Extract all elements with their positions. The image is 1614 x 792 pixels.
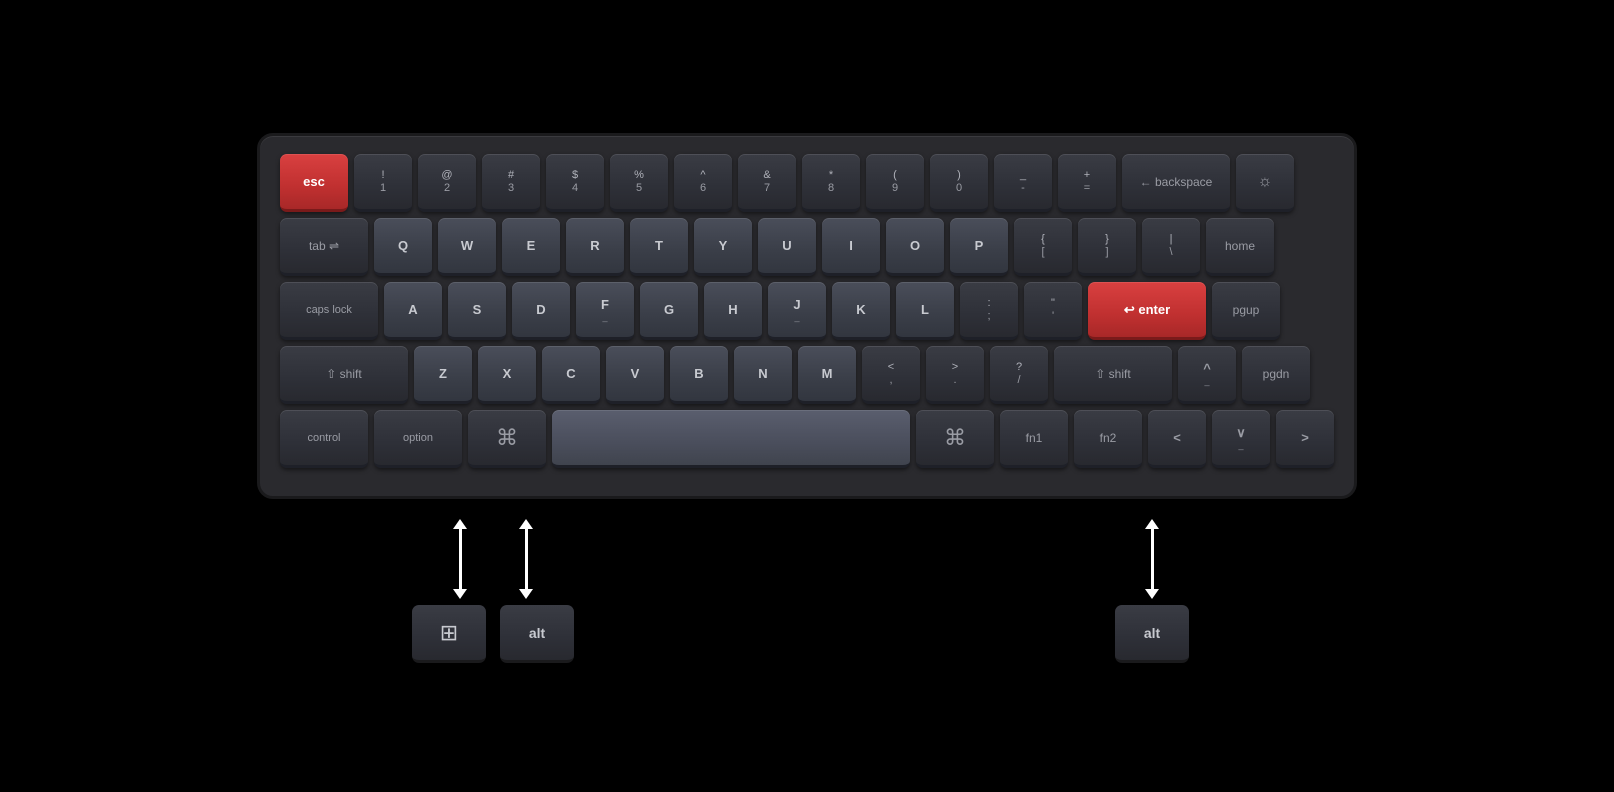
key-pgup[interactable]: pgup [1212, 282, 1280, 340]
key-enter[interactable]: ↩ enter [1088, 282, 1206, 340]
key-4[interactable]: $ 4 [546, 154, 604, 212]
key-f[interactable]: F _ [576, 282, 634, 340]
win-swap-arrow [453, 519, 467, 599]
key-q[interactable]: Q [374, 218, 432, 276]
swap-keys-left: ⊞ alt [412, 605, 574, 663]
key-i[interactable]: I [822, 218, 880, 276]
keyboard-wrapper: esc ! 1 @ 2 # 3 $ 4 % 5 ^ [257, 133, 1357, 659]
key-e[interactable]: E [502, 218, 560, 276]
keyboard: esc ! 1 @ 2 # 3 $ 4 % 5 ^ [257, 133, 1357, 499]
key-m[interactable]: M [798, 346, 856, 404]
key-c[interactable]: C [542, 346, 600, 404]
key-right[interactable]: > [1276, 410, 1334, 468]
left-arrows [453, 519, 533, 599]
swap-indicators: ⊞ alt alt [257, 519, 1357, 659]
alt-left-swap-arrow [519, 519, 533, 599]
key-tab[interactable]: tab ⇌ [280, 218, 368, 276]
key-cmd-left[interactable]: ⌘ [468, 410, 546, 468]
key-minus[interactable]: _ - [994, 154, 1052, 212]
key-j[interactable]: J _ [768, 282, 826, 340]
key-a[interactable]: A [384, 282, 442, 340]
key-space[interactable] [552, 410, 910, 468]
key-p[interactable]: P [950, 218, 1008, 276]
key-1[interactable]: ! 1 [354, 154, 412, 212]
key-lbracket[interactable]: { [ [1014, 218, 1072, 276]
key-period[interactable]: > . [926, 346, 984, 404]
key-7[interactable]: & 7 [738, 154, 796, 212]
key-slash[interactable]: ? / [990, 346, 1048, 404]
key-3[interactable]: # 3 [482, 154, 540, 212]
swap-key-alt-right: alt [1115, 605, 1189, 663]
key-row-3: caps lock A S D F _ G H J _ K L : ; " [280, 282, 1334, 340]
key-g[interactable]: G [640, 282, 698, 340]
key-left[interactable]: < [1148, 410, 1206, 468]
key-r[interactable]: R [566, 218, 624, 276]
alt-right-swap-arrow [1145, 519, 1159, 599]
key-down[interactable]: ∨ _ [1212, 410, 1270, 468]
key-equals[interactable]: + = [1058, 154, 1116, 212]
key-y[interactable]: Y [694, 218, 752, 276]
key-light[interactable]: ☼ [1236, 154, 1294, 212]
key-home[interactable]: home [1206, 218, 1274, 276]
key-v[interactable]: V [606, 346, 664, 404]
swap-group-left: ⊞ alt [412, 519, 574, 663]
key-2[interactable]: @ 2 [418, 154, 476, 212]
key-esc[interactable]: esc [280, 154, 348, 212]
key-backslash[interactable]: | \ [1142, 218, 1200, 276]
key-up[interactable]: ^ _ [1178, 346, 1236, 404]
key-shift-left[interactable]: ⇧ shift [280, 346, 408, 404]
key-k[interactable]: K [832, 282, 890, 340]
key-u[interactable]: U [758, 218, 816, 276]
key-row-4: ⇧ shift Z X C V B N M < , > . ? / ⇧ shif… [280, 346, 1334, 404]
key-s[interactable]: S [448, 282, 506, 340]
key-w[interactable]: W [438, 218, 496, 276]
swap-key-alt-left: alt [500, 605, 574, 663]
key-backspace[interactable]: ← backspace [1122, 154, 1230, 212]
key-quote[interactable]: " ' [1024, 282, 1082, 340]
key-semicolon[interactable]: : ; [960, 282, 1018, 340]
key-b[interactable]: B [670, 346, 728, 404]
key-pgdn[interactable]: pgdn [1242, 346, 1310, 404]
key-fn2[interactable]: fn2 [1074, 410, 1142, 468]
key-rbracket[interactable]: } ] [1078, 218, 1136, 276]
swap-group-right: alt [1115, 519, 1189, 663]
key-x[interactable]: X [478, 346, 536, 404]
key-o[interactable]: O [886, 218, 944, 276]
key-option[interactable]: option [374, 410, 462, 468]
swap-key-win: ⊞ [412, 605, 486, 663]
key-6[interactable]: ^ 6 [674, 154, 732, 212]
key-0[interactable]: ) 0 [930, 154, 988, 212]
key-comma[interactable]: < , [862, 346, 920, 404]
key-8[interactable]: * 8 [802, 154, 860, 212]
right-arrow [1145, 519, 1159, 599]
key-h[interactable]: H [704, 282, 762, 340]
key-fn1[interactable]: fn1 [1000, 410, 1068, 468]
key-l[interactable]: L [896, 282, 954, 340]
key-capslock[interactable]: caps lock [280, 282, 378, 340]
key-row-5: control option ⌘ ⌘ fn1 fn2 < ∨ [280, 410, 1334, 468]
key-row-1: esc ! 1 @ 2 # 3 $ 4 % 5 ^ [280, 154, 1334, 212]
key-cmd-right[interactable]: ⌘ [916, 410, 994, 468]
key-d[interactable]: D [512, 282, 570, 340]
key-control[interactable]: control [280, 410, 368, 468]
key-5[interactable]: % 5 [610, 154, 668, 212]
key-z[interactable]: Z [414, 346, 472, 404]
key-9[interactable]: ( 9 [866, 154, 924, 212]
key-row-2: tab ⇌ Q W E R T Y U I O P { [ } ] | \ [280, 218, 1334, 276]
key-n[interactable]: N [734, 346, 792, 404]
key-t[interactable]: T [630, 218, 688, 276]
key-shift-right[interactable]: ⇧ shift [1054, 346, 1172, 404]
